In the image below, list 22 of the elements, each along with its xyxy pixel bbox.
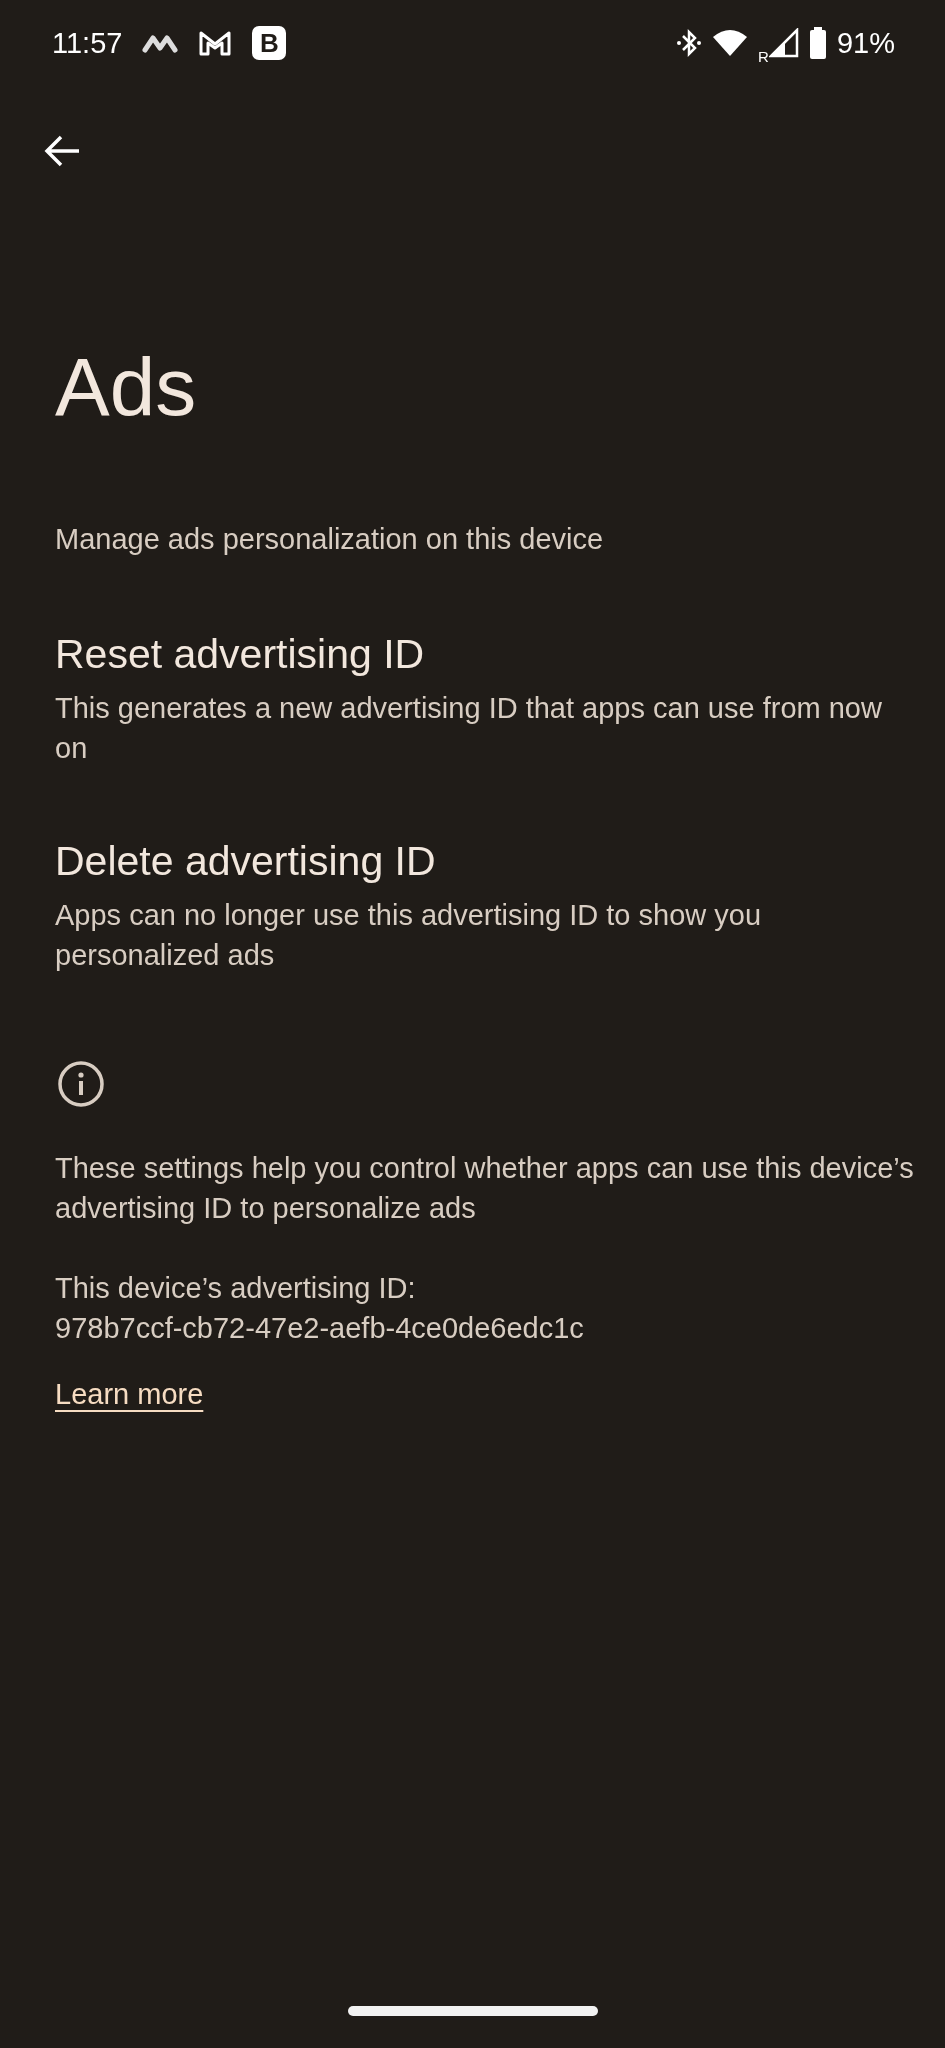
battery-percentage: 91% bbox=[836, 26, 895, 60]
item-title: Reset advertising ID bbox=[55, 631, 426, 678]
settings-item[interactable]: Delete advertising ID Apps can no longer use this advertising ID to show you personalized ads bbox=[55, 803, 915, 1010]
page-subtitle: Manage ads personalization on this device bbox=[55, 523, 605, 556]
learn-more-link[interactable]: Learn more bbox=[55, 1378, 204, 1411]
status-time: 11:57 bbox=[52, 26, 123, 60]
item-summary: This generates a new advertising ID that apps can use from now on bbox=[55, 691, 883, 766]
item-summary: Apps can no longer use this advertising ID to show you personalized ads bbox=[55, 898, 763, 973]
battery-icon bbox=[808, 27, 827, 59]
bluetooth-icon bbox=[676, 28, 703, 58]
page-title: Ads bbox=[55, 346, 198, 428]
roaming-indicator: R bbox=[758, 47, 769, 65]
settings-item[interactable]: Reset advertising ID This generates a new advertising ID that apps can use from now on bbox=[55, 596, 915, 803]
signal-icon bbox=[768, 28, 799, 58]
wifi-icon bbox=[712, 29, 749, 57]
info-icon bbox=[57, 1060, 105, 1108]
mail-icon bbox=[198, 29, 233, 57]
app-badge-icon: B bbox=[252, 26, 287, 60]
footer-description: These settings help you control whether apps can use this device’s advertising ID to personalize ads bbox=[55, 1151, 915, 1226]
wave-icon bbox=[142, 33, 179, 53]
item-title: Delete advertising ID bbox=[55, 838, 437, 885]
advertising-id-label: This device’s advertising ID: 978b7ccf-cb72-47e2-aefb-4ce0de6edc1c bbox=[55, 1271, 585, 1346]
